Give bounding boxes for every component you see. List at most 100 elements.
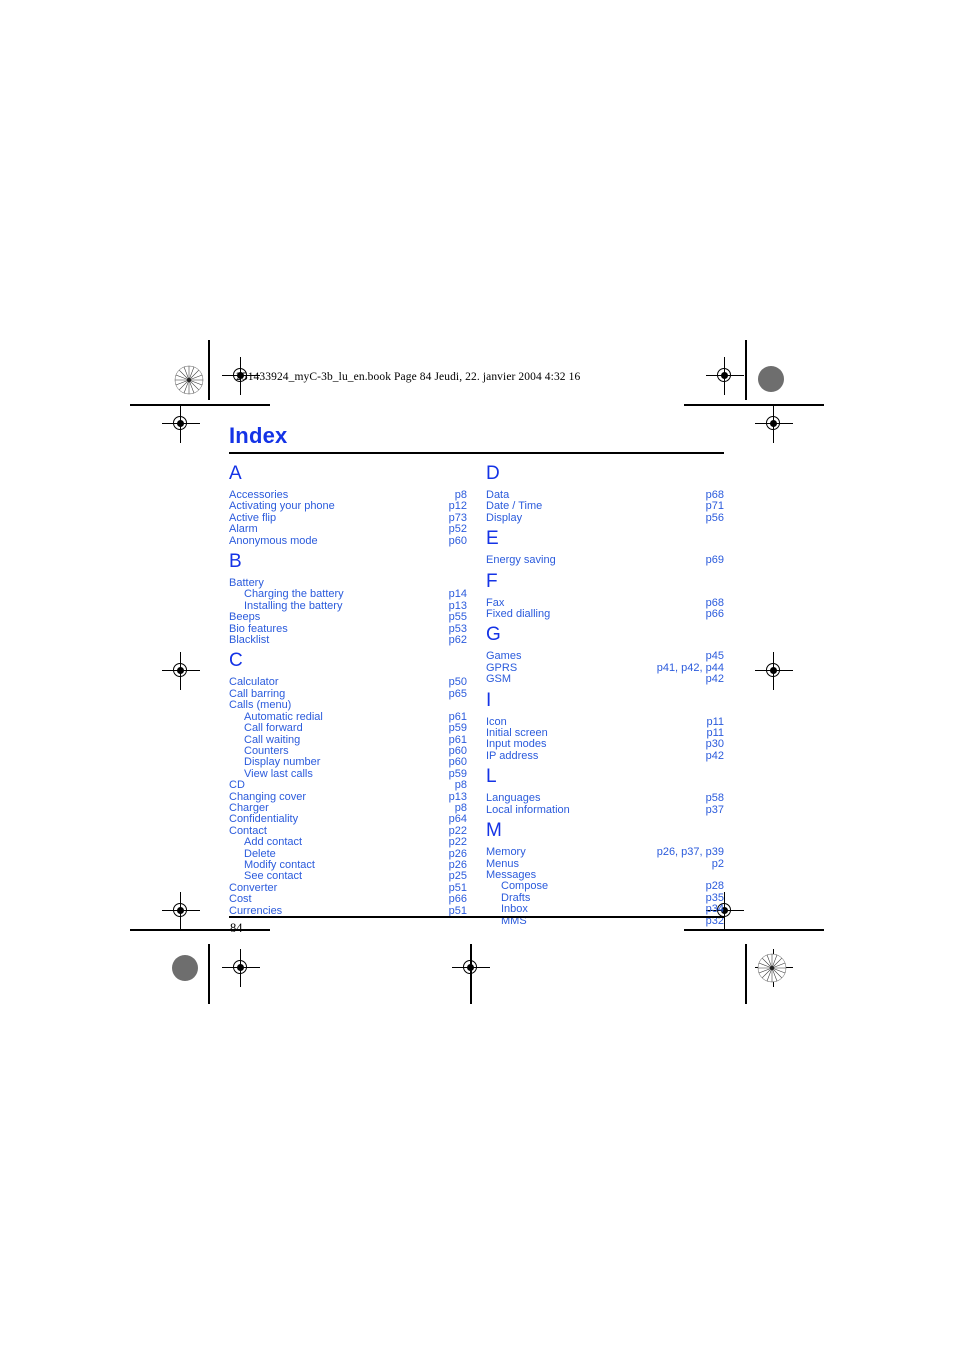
- index-subentry[interactable]: Display number p60: [229, 756, 467, 769]
- index-entry-label: Blacklist: [229, 634, 270, 647]
- index-entry-page-refs: p62: [448, 634, 467, 647]
- section-letter: D: [486, 463, 500, 484]
- index-entry-page-refs: p8: [454, 779, 467, 792]
- index-entry-page-refs: p56: [705, 511, 724, 524]
- section-letter: E: [486, 528, 499, 550]
- section-letter: C: [229, 650, 243, 672]
- index-entry-label: Inbox: [501, 903, 528, 916]
- crop-mark-line: [130, 404, 270, 406]
- print-file-header: 251433924_myC-3b_lu_en.book Page 84 Jeud…: [236, 371, 581, 383]
- section-letter: A: [229, 463, 242, 484]
- index-subentry[interactable]: Compose p28: [486, 880, 724, 893]
- index-entry[interactable]: Cost p66: [229, 893, 467, 906]
- index-entry-page-refs: p37: [705, 803, 724, 816]
- index-subentry[interactable]: Add contact p22: [229, 836, 467, 849]
- index-section-E: E Energy saving p69: [486, 524, 724, 566]
- index-entry-page-refs: p60: [448, 534, 467, 547]
- index-section-D: D Data p68 Date / Time p71 Display p56: [486, 464, 724, 524]
- index-entry[interactable]: Languages p58: [486, 792, 724, 805]
- index-entry-page-refs: p26, p37, p39: [656, 846, 724, 859]
- index-entry[interactable]: Fixed dialling p66: [486, 608, 724, 621]
- index-entry-page-refs: p2: [711, 857, 724, 870]
- registration-target-icon: [162, 892, 200, 930]
- crop-mark-line: [130, 929, 270, 931]
- registration-target-icon: [755, 652, 793, 690]
- index-entry-label: CD: [229, 779, 245, 792]
- index-subentry[interactable]: Inbox p34: [486, 903, 724, 916]
- index-entry[interactable]: Converter p51: [229, 882, 467, 894]
- index-entry-label: Cost: [229, 893, 252, 906]
- index-entry-page-refs: p69: [705, 554, 724, 567]
- index-entry-page-refs: p55: [448, 611, 467, 624]
- index-subentry[interactable]: View last calls p59: [229, 768, 467, 780]
- index-entry-label: Add contact: [244, 836, 303, 849]
- index-entry-page-refs: p60: [448, 756, 467, 769]
- index-entry-label: GSM: [486, 673, 512, 686]
- index-entry[interactable]: Calls (menu): [229, 699, 467, 712]
- footer-divider: [229, 916, 724, 918]
- index-section-C: C Calculator p50 Call barring p65 Calls (menu…: [229, 646, 467, 917]
- index-entry[interactable]: CD p8: [229, 779, 467, 792]
- crop-mark-line: [208, 340, 210, 400]
- index-section-G: G Games p45 GPRS p41, p42, p44 GSM p42: [486, 620, 724, 685]
- index-entry-page-refs: p42: [705, 749, 724, 762]
- index-entry[interactable]: Local information p37: [486, 803, 724, 816]
- crop-mark-line: [684, 929, 824, 931]
- index-entry[interactable]: Display p56: [486, 511, 724, 524]
- index-entry-label: Languages: [486, 792, 541, 805]
- index-section-L: L Languages p58 Local information p37: [486, 762, 724, 816]
- index-entry[interactable]: Active flip p73: [229, 512, 467, 524]
- page-title: Index: [229, 423, 288, 448]
- crop-mark-line: [745, 340, 747, 400]
- index-entry-label: Calls (menu): [229, 699, 292, 712]
- index-entry-label: Memory: [486, 846, 526, 859]
- index-subentry[interactable]: Call forward p59: [229, 722, 467, 735]
- index-entry-page-refs: p22: [448, 836, 467, 849]
- index-entry-page-refs: p42: [705, 673, 724, 686]
- registration-target-icon: [452, 949, 490, 987]
- index-entry-page-refs: p65: [448, 687, 467, 700]
- title-divider: [229, 452, 724, 454]
- crop-mark-line: [684, 404, 824, 406]
- registration-target-icon: [755, 405, 793, 443]
- index-entry[interactable]: Beeps p55: [229, 611, 467, 624]
- index-entry[interactable]: IP address p42: [486, 749, 724, 762]
- index-entry[interactable]: GPRS p41, p42, p44: [486, 662, 724, 674]
- section-letter: I: [486, 689, 492, 711]
- index-entry-page-refs: p66: [448, 893, 467, 906]
- index-entry[interactable]: Anonymous mode p60: [229, 534, 467, 547]
- index-entry-label: Energy saving: [486, 554, 556, 567]
- index-entry[interactable]: GSM p42: [486, 673, 724, 686]
- right-column: D Data p68 Date / Time p71 Display p56 E Energy …: [486, 464, 724, 927]
- index-entry[interactable]: Alarm p52: [229, 523, 467, 536]
- index-entry[interactable]: Energy saving p69: [486, 554, 724, 567]
- index-entry-label: Anonymous mode: [229, 534, 318, 547]
- registration-target-icon: [222, 949, 260, 987]
- index-section-I: I Icon p11 Initial screen p11 Input modes p30 I…: [486, 686, 724, 763]
- registration-target-icon: [162, 652, 200, 690]
- index-entry-page-refs: p66: [705, 608, 724, 621]
- section-letter: G: [486, 624, 501, 646]
- index-entry-label: Display number: [244, 756, 321, 769]
- left-column: A Accessories p8 Activating your phone p12 Ac…: [229, 464, 467, 917]
- index-entry-label: Alarm: [229, 523, 258, 536]
- index-section-A: A Accessories p8 Activating your phone p12 Ac…: [229, 464, 467, 547]
- index-entry-page-refs: p34: [705, 903, 724, 916]
- page-number: 84: [230, 921, 243, 935]
- index-entry-label: Display: [486, 511, 523, 524]
- index-entry[interactable]: Blacklist p62: [229, 634, 467, 647]
- section-letter: M: [486, 820, 502, 842]
- index-subentry[interactable]: Installing the battery p13: [229, 600, 467, 612]
- index-entry-label: Compose: [501, 880, 549, 893]
- section-letter: L: [486, 766, 497, 788]
- index-section-B: B Battery Charging the battery p14 Installin…: [229, 547, 467, 646]
- index-entry-label: Fixed dialling: [486, 608, 551, 621]
- index-entry[interactable]: Memory p26, p37, p39: [486, 846, 724, 859]
- index-entry-label: Local information: [486, 803, 570, 816]
- index-section-F: F Fax p68 Fixed dialling p66: [486, 567, 724, 621]
- index-entry-page-refs: p28: [705, 880, 724, 893]
- index-entry-page-refs: p59: [448, 722, 467, 735]
- density-starburst-icon: [757, 953, 787, 983]
- section-letter: F: [486, 570, 498, 592]
- index-entry-label: Call forward: [244, 722, 303, 735]
